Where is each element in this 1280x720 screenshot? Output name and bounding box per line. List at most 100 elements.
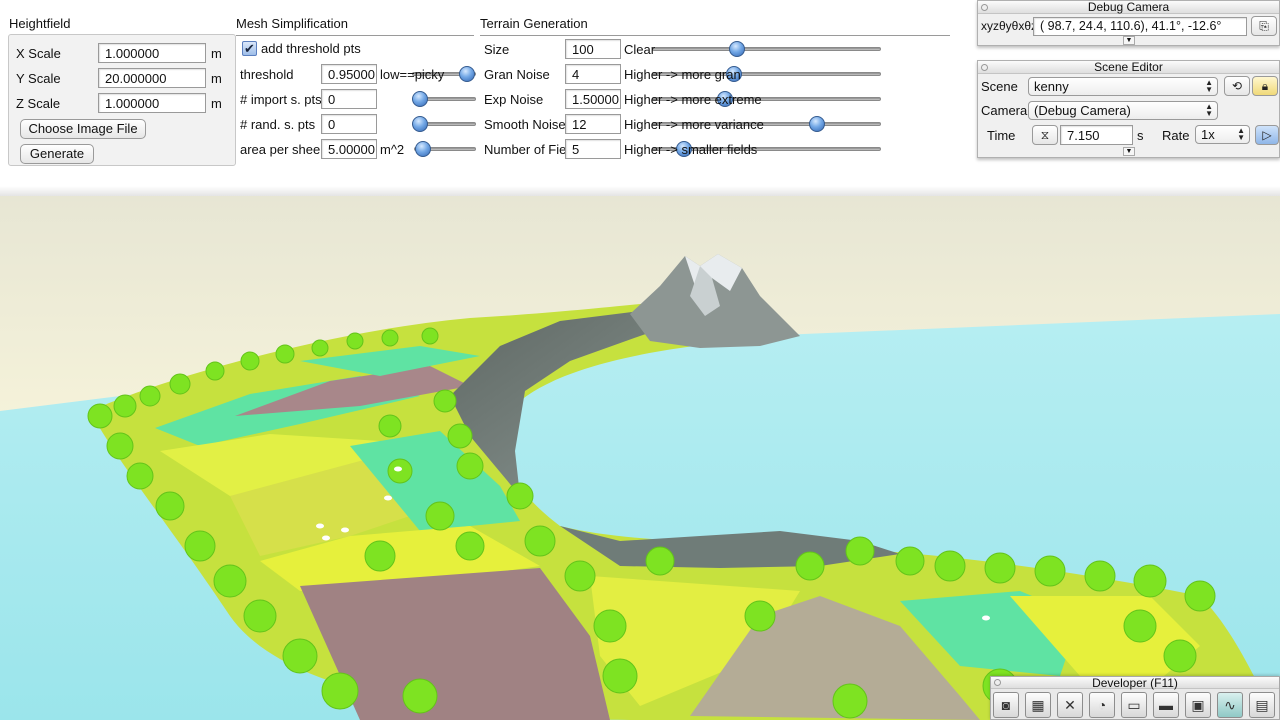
clock-icon[interactable]: ◔ [1089, 692, 1115, 718]
tree [506, 482, 534, 510]
terrain-viewport[interactable] [0, 196, 1280, 720]
size-slider-track [652, 47, 881, 51]
x-scale-input[interactable]: 1.000000 [98, 43, 206, 63]
wrench-icon[interactable]: ✕ [1057, 692, 1083, 718]
size-slider[interactable] [652, 41, 881, 57]
terrain-generation-title: Terrain Generation [480, 16, 588, 31]
tree [346, 332, 364, 350]
sheep [394, 466, 402, 472]
copy-coordinates-button[interactable]: ⎘ [1251, 16, 1277, 36]
document-icon[interactable]: ▤ [1249, 692, 1275, 718]
collapse-arrow-icon[interactable]: ▼ [1123, 36, 1135, 45]
import-pts-slider-knob[interactable] [411, 91, 428, 107]
tree [378, 414, 402, 438]
scene-editor-window: Scene Editor Scene kenny ▲ ▼ ⟲ 🔒︎ Camera … [977, 60, 1280, 158]
smooth-noise-slider-knob[interactable] [808, 116, 825, 132]
mesh-simplification-title: Mesh Simplification [236, 16, 348, 31]
clapperboard-icon[interactable]: ▦ [1025, 692, 1051, 718]
size-slider-knob[interactable] [728, 41, 745, 57]
number-of-fields-input[interactable]: 5 [565, 139, 621, 159]
rate-select-value: 1x [1201, 127, 1215, 142]
tree [205, 361, 225, 381]
camera-select[interactable]: (Debug Camera) ▲ ▼ [1028, 101, 1218, 120]
z-scale-input[interactable]: 1.000000 [98, 93, 206, 113]
mesh-divider [236, 35, 474, 36]
tree [421, 327, 439, 345]
tree [433, 389, 457, 413]
gran-noise-hint: Higher -> more gran [624, 67, 741, 82]
size-input[interactable]: 100 [565, 39, 621, 59]
camera-icon[interactable]: ◙ [993, 692, 1019, 718]
tree [321, 672, 359, 710]
tree [169, 373, 191, 395]
import-pts-input[interactable]: 0 [321, 89, 377, 109]
debug-camera-window: Debug Camera xyzθyθxθz ( 98.7, 24.4, 110… [977, 0, 1280, 46]
smooth-noise-label: Smooth Noise [484, 117, 566, 132]
rand-pts-slider[interactable] [411, 116, 476, 132]
gran-noise-input[interactable]: 4 [565, 64, 621, 84]
terminal-icon[interactable]: ▬ [1153, 692, 1179, 718]
tree [1123, 609, 1157, 643]
threshold-slider-knob[interactable] [459, 66, 476, 82]
rand-pts-slider-knob[interactable] [411, 116, 428, 132]
terrain-divider [480, 35, 950, 36]
area-per-sheep-slider-knob[interactable] [414, 141, 431, 157]
exp-noise-hint: Higher -> more extreme [624, 92, 762, 107]
window-icon[interactable]: ▭ [1121, 692, 1147, 718]
tree [126, 462, 154, 490]
tree [1084, 560, 1116, 592]
tree [602, 658, 638, 694]
scene-select-value: kenny [1034, 79, 1069, 94]
tree [895, 546, 925, 576]
sheep [341, 527, 349, 533]
tree [456, 452, 484, 480]
bookmark-icon: ⎘ [1259, 19, 1269, 33]
rate-select[interactable]: 1x ▲ ▼ [1195, 125, 1250, 144]
collapse-arrow-icon[interactable]: ▼ [1123, 147, 1135, 156]
tree [645, 546, 675, 576]
rewind-button[interactable]: ⧖ [1032, 125, 1058, 145]
sheep [322, 535, 330, 541]
tree [524, 525, 556, 557]
exp-noise-input[interactable]: 1.50000 [565, 89, 621, 109]
tree [87, 403, 113, 429]
scene-graph-icon[interactable]: ▣ [1185, 692, 1211, 718]
window-close-dot[interactable] [981, 64, 988, 71]
heightfield-title: Heightfield [9, 16, 71, 31]
add-threshold-checkbox[interactable]: ✔ [242, 41, 257, 56]
generate-button[interactable]: Generate [20, 144, 94, 164]
tree [447, 423, 473, 449]
panel-shadow [0, 186, 1280, 196]
tree [381, 329, 399, 347]
gran-noise-label: Gran Noise [484, 67, 550, 82]
tree [113, 394, 137, 418]
area-per-sheep-input[interactable]: 5.00000 [321, 139, 377, 159]
threshold-input[interactable]: 0.95000 [321, 64, 377, 84]
area-per-sheep-label: area per sheep [240, 142, 328, 157]
camera-coordinates-field[interactable]: ( 98.7, 24.4, 110.6), 41.1°, -12.6° [1033, 17, 1247, 36]
window-close-dot[interactable] [994, 679, 1001, 686]
window-close-dot[interactable] [981, 4, 988, 11]
camera-label: Camera [981, 103, 1028, 118]
time-input[interactable]: 7.150 [1060, 125, 1133, 145]
reload-button[interactable]: ⟲ [1224, 76, 1250, 96]
tree [934, 550, 966, 582]
y-scale-input[interactable]: 20.000000 [98, 68, 206, 88]
scene-select[interactable]: kenny ▲ ▼ [1028, 77, 1218, 96]
lock-button[interactable]: 🔒︎ [1252, 76, 1278, 96]
choose-image-button[interactable]: Choose Image File [20, 119, 146, 139]
profiler-icon[interactable]: ∿ [1217, 692, 1243, 718]
import-pts-slider[interactable] [411, 91, 476, 107]
tree [240, 351, 260, 371]
smooth-noise-input[interactable]: 12 [565, 114, 621, 134]
size-hint: Clear [624, 42, 656, 57]
rand-pts-input[interactable]: 0 [321, 114, 377, 134]
tree [1133, 564, 1167, 598]
tree [593, 609, 627, 643]
developer-toolbar: Developer (F11) ◙ ▦ ✕ ◔ ▭ ▬ ▣ ∿ ▤ [990, 676, 1280, 720]
sheep [316, 523, 324, 529]
play-button[interactable]: ▷ [1255, 125, 1279, 145]
tree [984, 552, 1016, 584]
tree [1034, 555, 1066, 587]
area-per-sheep-slider[interactable] [414, 141, 476, 157]
